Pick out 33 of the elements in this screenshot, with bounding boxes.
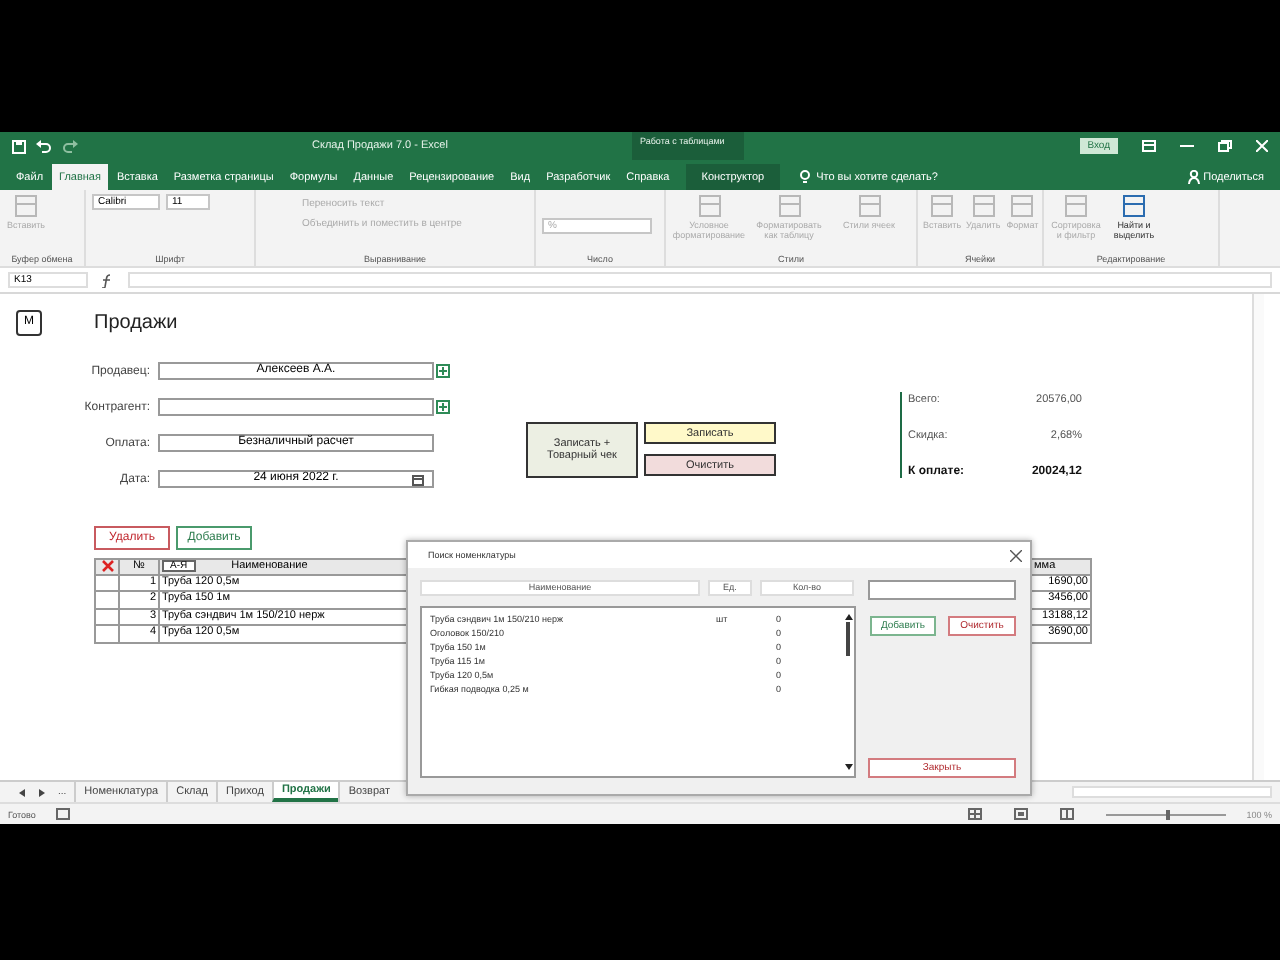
undo-icon[interactable] (36, 139, 52, 153)
calendar-icon[interactable] (412, 474, 424, 486)
plus-icon[interactable] (436, 400, 450, 414)
ribbon-button-icon[interactable] (1122, 194, 1146, 218)
scroll-thumb[interactable] (846, 622, 850, 656)
scroll-up-icon[interactable] (843, 612, 853, 622)
function-icon[interactable] (100, 273, 116, 287)
vertical-scrollbar[interactable] (1252, 294, 1264, 780)
plus-icon[interactable] (436, 364, 450, 378)
page-layout-icon[interactable] (1014, 808, 1029, 820)
normal-view-icon[interactable] (968, 808, 983, 820)
minimize-icon[interactable] (1180, 140, 1194, 152)
save-icon[interactable] (12, 139, 26, 153)
restore-icon[interactable] (1218, 140, 1232, 152)
scroll-down-icon[interactable] (843, 762, 853, 772)
close-icon[interactable] (101, 560, 113, 573)
person-icon[interactable] (1187, 170, 1200, 184)
input-field[interactable] (158, 398, 434, 416)
form-title: Продажи (94, 312, 178, 334)
table-cell (94, 609, 120, 626)
search-field[interactable] (868, 580, 1016, 600)
redo-icon[interactable] (62, 139, 78, 153)
scroll-right-icon[interactable] (38, 787, 46, 797)
lightbulb-icon[interactable] (800, 170, 811, 184)
table-cell (94, 626, 120, 643)
ribbon-display-icon[interactable] (1142, 140, 1156, 152)
scroll-left-icon[interactable] (18, 787, 26, 797)
formula-input[interactable] (128, 272, 1272, 288)
close-icon[interactable] (1010, 549, 1022, 561)
page-break-icon[interactable] (1060, 808, 1075, 820)
horizontal-scrollbar[interactable] (1072, 786, 1272, 798)
table-cell (94, 592, 120, 609)
slider-thumb[interactable] (1166, 809, 1171, 819)
